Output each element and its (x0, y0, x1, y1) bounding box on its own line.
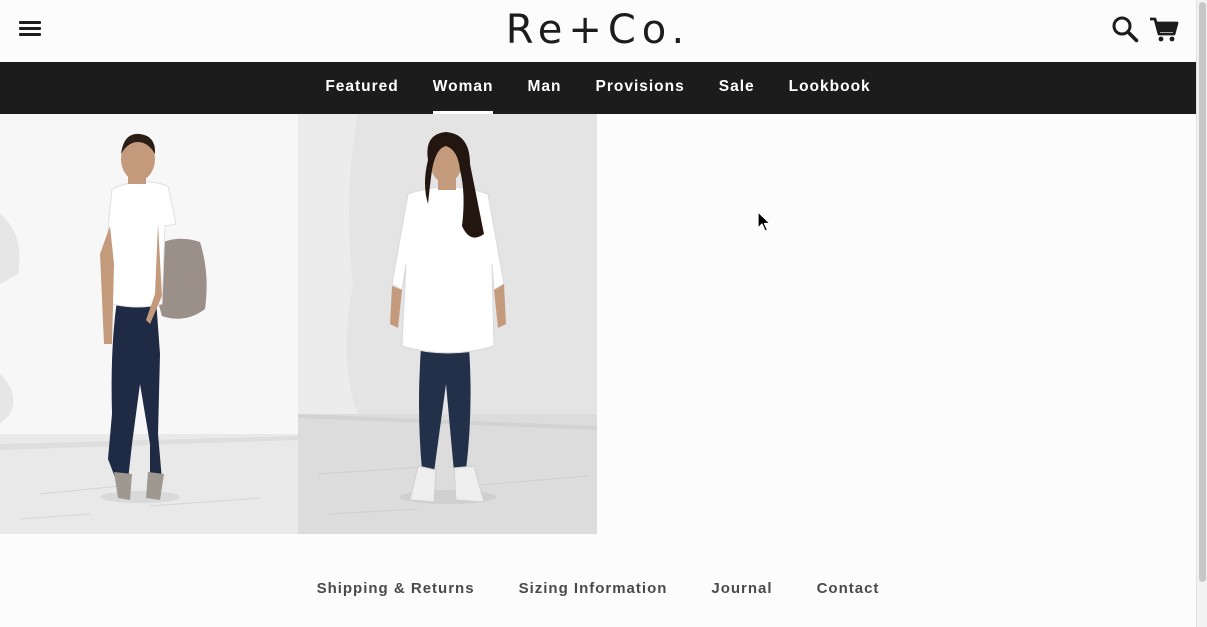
scrollbar[interactable] (1196, 0, 1207, 627)
product-image-woman-backpack[interactable] (0, 114, 298, 534)
site-header: Re+Co. (0, 0, 1196, 62)
footer-link-journal[interactable]: Journal (689, 578, 794, 602)
main-nav: Featured Woman Man Provisions Sale Lookbook (0, 62, 1196, 114)
woman-in-white-shirt-photo (298, 114, 597, 534)
search-icon[interactable] (1111, 15, 1139, 43)
woman-with-backpack-photo (0, 114, 298, 534)
nav-item-man[interactable]: Man (510, 62, 578, 114)
footer-link-contact[interactable]: Contact (795, 578, 902, 602)
nav-item-featured[interactable]: Featured (308, 62, 415, 114)
nav-item-lookbook[interactable]: Lookbook (772, 62, 888, 114)
nav-item-sale[interactable]: Sale (702, 62, 772, 114)
cart-icon[interactable] (1149, 15, 1179, 43)
footer-link-sizing-information[interactable]: Sizing Information (497, 578, 690, 602)
product-image-woman-white-shirt[interactable] (298, 114, 597, 534)
main-nav-list: Featured Woman Man Provisions Sale Lookbook (0, 62, 1196, 114)
nav-item-woman[interactable]: Woman (416, 62, 511, 114)
scrollbar-thumb[interactable] (1199, 2, 1206, 582)
nav-item-provisions[interactable]: Provisions (578, 62, 701, 114)
site-logo[interactable]: Re+Co. (500, 6, 696, 54)
footer-link-shipping-returns[interactable]: Shipping & Returns (295, 578, 497, 602)
mouse-cursor-icon (757, 211, 771, 232)
hamburger-menu-icon[interactable] (19, 19, 41, 37)
footer-nav: Shipping & Returns Sizing Information Jour… (0, 578, 1196, 602)
